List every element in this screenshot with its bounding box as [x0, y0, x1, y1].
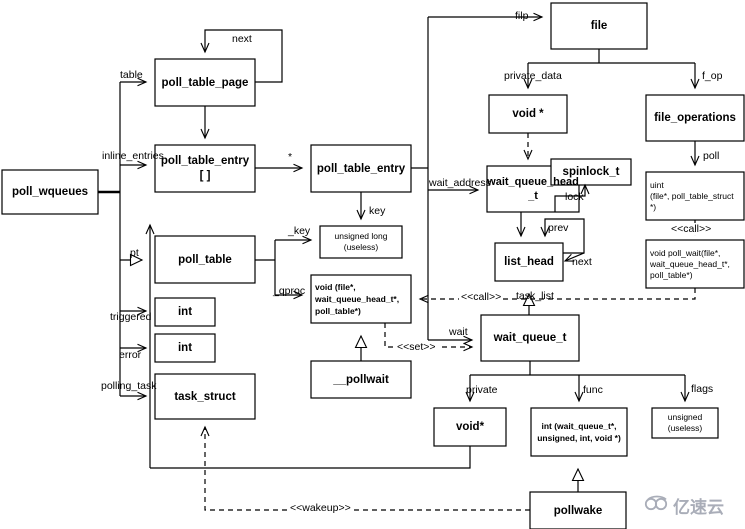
node-poll-table: [154, 235, 256, 284]
node-poll-table-entry-array: [154, 144, 256, 193]
edge-next2: [563, 252, 585, 262]
node-pollwake: [529, 491, 627, 529]
node-unsigned-long: [319, 225, 403, 259]
node-qproc-signature: [310, 274, 412, 324]
cloud-icon: [644, 495, 670, 516]
node-int-error: [154, 333, 216, 363]
edge-call-qproc: [418, 288, 696, 304]
node-int-triggered: [154, 297, 216, 327]
node-poll-table-page: [154, 58, 256, 107]
watermark: 亿速云: [644, 492, 740, 518]
uml-diagram-canvas: [1, 2, 745, 529]
edge-voidptr-private-down: [150, 446, 471, 469]
node-void-ptr: [488, 94, 568, 134]
node-rectangles: [1, 2, 745, 529]
watermark-text: 亿速云: [673, 497, 724, 517]
node-poll-wqueues: [1, 169, 99, 215]
node-file: [550, 2, 648, 50]
node-pollwait: [310, 360, 412, 399]
node-unsigned-useless: [651, 407, 719, 439]
node-poll-wait-signature: [645, 239, 745, 289]
node-file-operations: [645, 94, 745, 142]
node-poll-table-entry: [310, 144, 412, 193]
node-task-struct: [154, 373, 256, 420]
node-func-signature: [530, 407, 628, 457]
node-poll-signature: [645, 171, 745, 221]
node-spinlock-t: [550, 158, 632, 186]
node-list-head: [494, 242, 564, 282]
node-wait-queue-t: [480, 314, 580, 362]
node-void-ptr-private: [433, 407, 507, 447]
